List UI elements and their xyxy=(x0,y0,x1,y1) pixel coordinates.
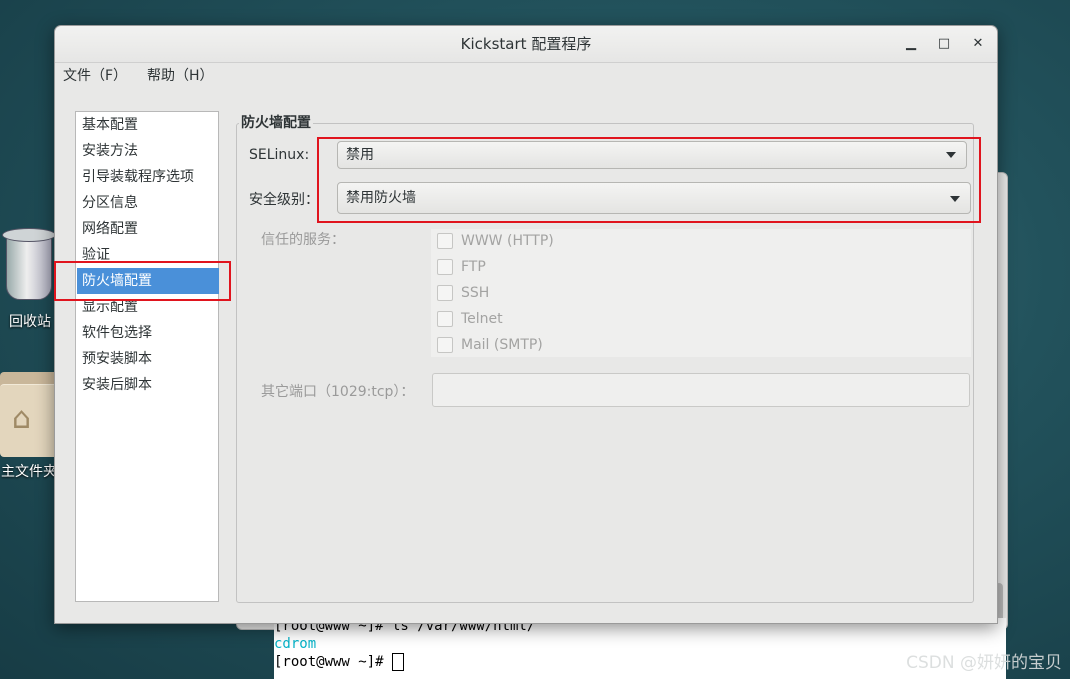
service-label: SSH xyxy=(461,285,490,301)
service-checkbox[interactable]: FTP xyxy=(437,257,737,277)
section-title: 防火墙配置 xyxy=(239,112,313,132)
trash-label[interactable]: 回收站 xyxy=(0,311,60,331)
prompt-text: [root@www ~]# xyxy=(274,654,393,670)
service-checkbox[interactable]: WWW (HTTP) xyxy=(437,231,737,251)
menu-help[interactable]: 帮助（H） xyxy=(147,66,214,86)
watermark: CSDN @妍妍的宝贝 xyxy=(906,653,1062,673)
sidebar-item[interactable]: 预安装脚本 xyxy=(77,346,219,372)
sidebar-item[interactable]: 安装后脚本 xyxy=(77,372,219,398)
terminal-line: cdrom xyxy=(274,636,317,652)
sidebar-item[interactable]: 引导装载程序选项 xyxy=(77,164,219,190)
other-ports-label: 其它端口（1029:tcp）： xyxy=(261,384,415,400)
terminal[interactable]: [root@www ~]# ls /var/www/html/ cdrom [r… xyxy=(274,618,1006,679)
menu-file[interactable]: 文件（F） xyxy=(63,66,127,86)
sidebar-item[interactable]: 分区信息 xyxy=(77,190,219,216)
checkbox-icon[interactable] xyxy=(437,311,453,327)
window-title: Kickstart 配置程序 xyxy=(460,35,592,53)
selinux-label: SELinux: xyxy=(249,147,310,163)
service-checkbox[interactable]: Telnet xyxy=(437,309,737,329)
terminal-prompt: [root@www ~]# xyxy=(274,653,1006,671)
service-label: Telnet xyxy=(461,311,503,327)
highlight-box xyxy=(54,261,231,301)
checkbox-icon[interactable] xyxy=(437,233,453,249)
service-checkbox[interactable]: SSH xyxy=(437,283,737,303)
trash-icon[interactable] xyxy=(2,228,56,302)
home-folder-icon[interactable]: ⌂ xyxy=(0,372,60,457)
service-label: FTP xyxy=(461,259,486,275)
cursor xyxy=(392,653,405,671)
close-button[interactable]: ✕ xyxy=(970,36,986,52)
titlebar[interactable]: Kickstart 配置程序 ▁ □ ✕ xyxy=(55,26,997,63)
checkbox-icon[interactable] xyxy=(437,337,453,353)
security-level-label: 安全级别： xyxy=(249,192,319,208)
service-checkbox[interactable]: Mail (SMTP) xyxy=(437,335,737,355)
sidebar-item[interactable]: 网络配置 xyxy=(77,216,219,242)
sidebar-item[interactable]: 安装方法 xyxy=(77,138,219,164)
maximize-icon: □ xyxy=(937,36,951,51)
checkbox-icon[interactable] xyxy=(437,259,453,275)
kickstart-window: Kickstart 配置程序 ▁ □ ✕ 文件（F） 帮助（H） 基本配置 安装方… xyxy=(54,25,998,624)
service-label: WWW (HTTP) xyxy=(461,233,554,249)
service-label: Mail (SMTP) xyxy=(461,337,543,353)
sidebar-item[interactable]: 软件包选择 xyxy=(77,320,219,346)
minimize-icon: ▁ xyxy=(906,36,916,51)
trusted-services-label: 信任的服务： xyxy=(261,232,345,248)
home-folder-label[interactable]: 主文件夹 xyxy=(0,461,58,481)
checkbox-icon[interactable] xyxy=(437,285,453,301)
other-ports-input[interactable] xyxy=(432,373,970,407)
close-icon: ✕ xyxy=(972,36,984,51)
maximize-button[interactable]: □ xyxy=(936,36,952,52)
sidebar-item[interactable]: 基本配置 xyxy=(77,112,219,138)
category-list: 基本配置 安装方法 引导装载程序选项 分区信息 网络配置 验证 防火墙配置 显示配置 软件包选择… xyxy=(75,111,219,602)
menubar: 文件（F） 帮助（H） xyxy=(55,63,997,89)
highlight-box xyxy=(317,137,981,223)
minimize-button[interactable]: ▁ xyxy=(903,36,919,52)
